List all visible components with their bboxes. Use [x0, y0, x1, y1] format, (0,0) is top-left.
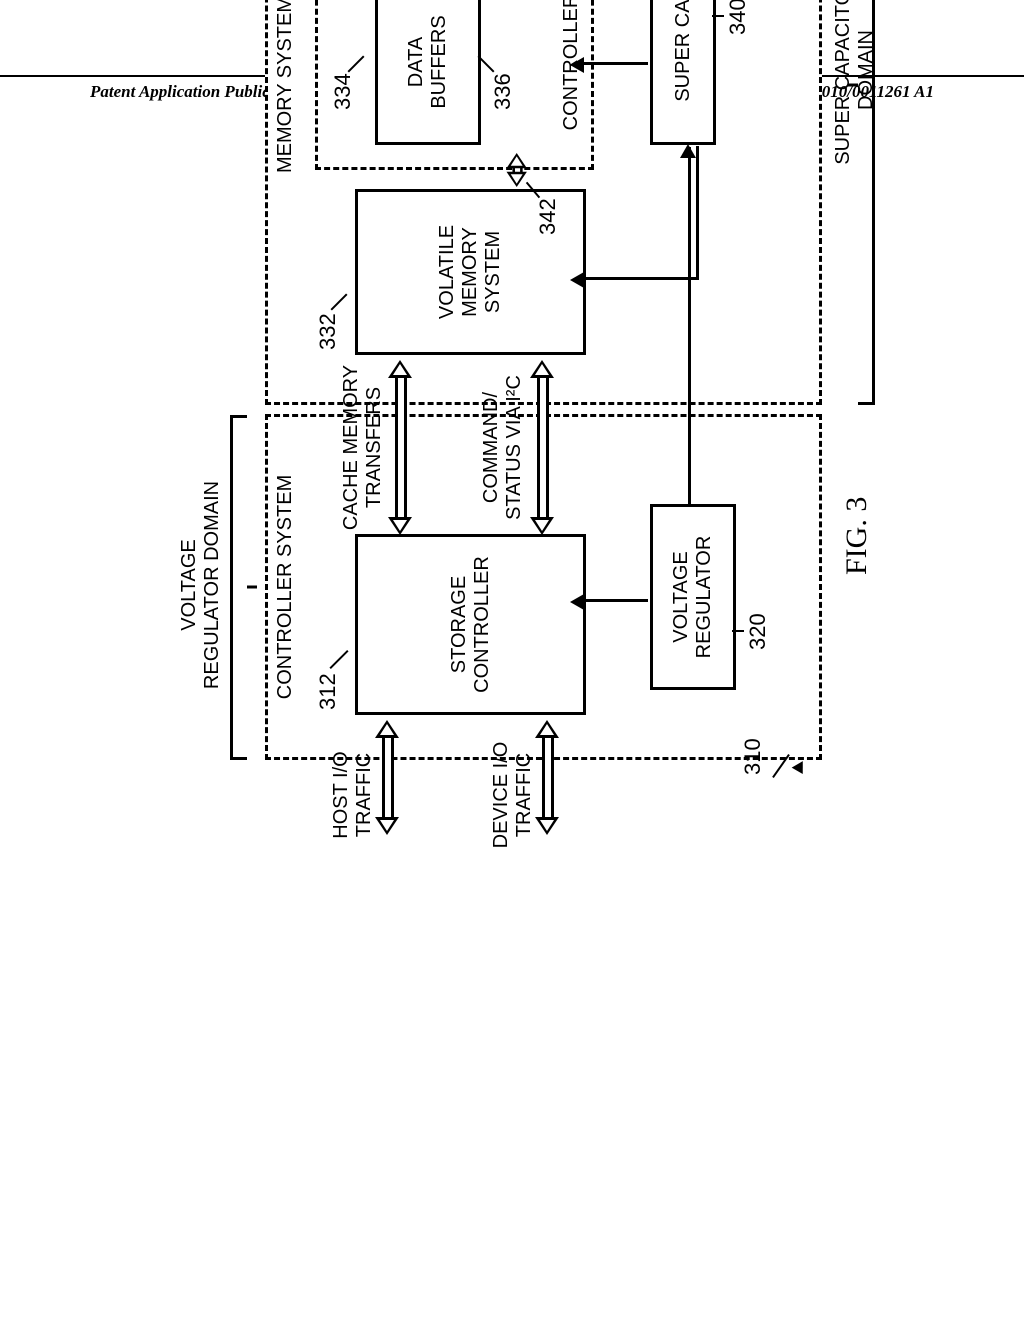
- text-volatile-memory: VOLATILE MEMORY SYSTEM: [436, 225, 505, 319]
- text-voltage-regulator: VOLTAGE REGULATOR: [670, 536, 716, 659]
- ref-310: 310: [740, 738, 766, 775]
- ref-342: 342: [535, 198, 561, 235]
- text-storage-controller: STORAGE CONTROLLER: [448, 556, 494, 693]
- label-super-capacitor-domain: SUPER CAPACITOR DOMAIN: [832, 0, 878, 170]
- label-voltage-regulator-domain: VOLTAGE REGULATOR DOMAIN: [178, 480, 224, 690]
- box-storage-controller: STORAGE CONTROLLER: [355, 534, 586, 715]
- box-voltage-regulator: VOLTAGE REGULATOR: [650, 504, 736, 690]
- label-command-status: COMMAND/ STATUS VIA I²C: [480, 360, 526, 535]
- ref-340: 340: [725, 0, 751, 35]
- text-super-capacitor: SUPER CAPACITOR: [672, 0, 695, 102]
- figure-3: VOLTAGE REGULATOR DOMAIN SUPER CAPACITOR…: [170, 130, 1024, 850]
- ref-312: 312: [315, 673, 341, 710]
- title-controller-system: CONTROLLER SYSTEM: [274, 475, 297, 699]
- brace-voltage-regulator: [230, 415, 247, 760]
- ref-334: 334: [330, 73, 356, 110]
- box-data-buffers: DATA BUFFERS: [375, 0, 481, 145]
- box-super-capacitor: SUPER CAPACITOR: [650, 0, 716, 145]
- ref-320: 320: [745, 613, 771, 650]
- label-device-io: DEVICE I/O TRAFFIC: [490, 740, 536, 850]
- label-cache-transfers: CACHE MEMORY TRANSFERS: [340, 360, 386, 535]
- label-host-io: HOST I/O TRAFFIC: [330, 740, 376, 850]
- ref-336: 336: [490, 73, 516, 110]
- text-data-buffers: DATA BUFFERS: [405, 15, 451, 108]
- figure-caption: FIG. 3: [840, 497, 874, 575]
- ref-332: 332: [315, 313, 341, 350]
- title-memory-system: MEMORY SYSTEM: [274, 0, 297, 173]
